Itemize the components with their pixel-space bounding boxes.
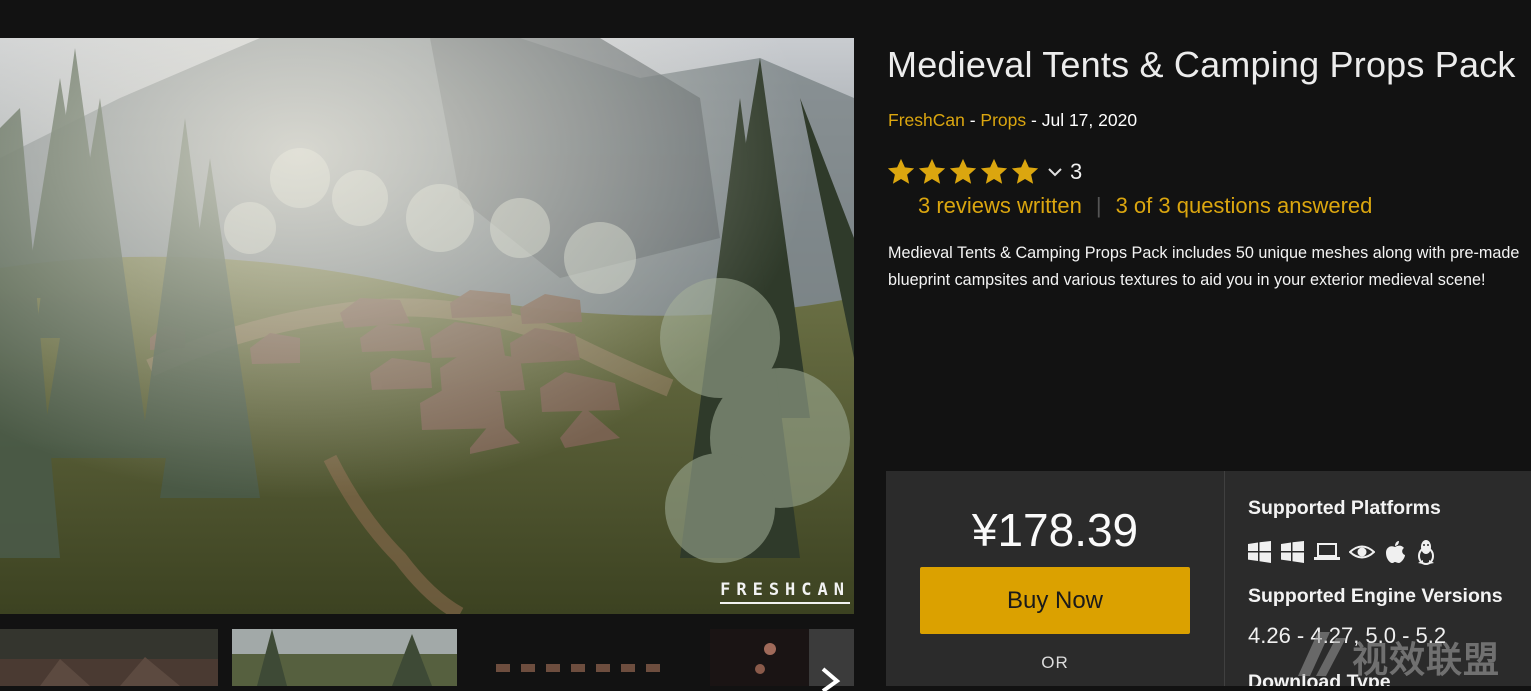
thumbnail-image <box>232 629 457 686</box>
gallery-thumbnail-1[interactable] <box>0 629 218 686</box>
divider: | <box>1095 193 1102 218</box>
windows-icon <box>1248 541 1272 568</box>
laptop-icon <box>1314 542 1340 567</box>
product-description: Medieval Tents & Camping Props Pack incl… <box>888 244 1520 289</box>
thumbnail-image <box>0 629 218 686</box>
price-section: ¥178.39 Buy Now OR <box>886 471 1225 686</box>
star-rating <box>886 157 1040 187</box>
star-icon <box>887 158 915 184</box>
price: ¥178.39 <box>971 504 1139 556</box>
chevron-right-icon <box>821 667 841 691</box>
category-link[interactable]: Props <box>980 110 1026 130</box>
seller-link[interactable]: FreshCan <box>888 110 965 130</box>
linux-icon <box>1415 539 1437 570</box>
review-links: 3 reviews written | 3 of 3 questions answe… <box>918 193 1372 219</box>
or-label: OR <box>1041 653 1069 672</box>
gallery-thumbnail-2[interactable] <box>232 629 457 686</box>
star-icon <box>980 158 1008 184</box>
gallery-main-image[interactable]: FRESHCAN <box>0 38 854 614</box>
supported-platforms-title: Supported Platforms <box>1248 497 1441 519</box>
gallery-watermark: FRESHCAN <box>720 580 850 604</box>
watermark-text: 视效联盟 <box>1352 640 1501 681</box>
star-icon <box>949 158 977 184</box>
gallery-thumbnail-4[interactable] <box>710 629 809 686</box>
eye-icon <box>1348 542 1376 567</box>
release-date: Jul 17, 2020 <box>1041 110 1138 130</box>
rating-summary[interactable]: 3 <box>886 156 1082 188</box>
gallery-next-button[interactable] <box>809 629 854 691</box>
thumbnail-image <box>471 629 696 686</box>
platform-icons <box>1248 539 1437 570</box>
buy-now-button[interactable]: Buy Now <box>920 567 1190 634</box>
product-meta: FreshCan - Props - Jul 17, 2020 <box>888 110 1137 131</box>
thumbnail-image <box>710 629 809 686</box>
meta-separator: - <box>969 110 976 130</box>
chevron-down-icon <box>1048 168 1062 177</box>
star-icon <box>918 158 946 184</box>
meta-separator: - <box>1031 110 1037 130</box>
gallery-thumbnail-3[interactable] <box>471 629 696 686</box>
engine-versions-title: Supported Engine Versions <box>1248 585 1503 607</box>
apple-icon <box>1384 540 1406 569</box>
windows-icon <box>1281 541 1305 568</box>
forest-camp-scene <box>0 38 854 614</box>
reviews-link[interactable]: 3 reviews written <box>918 193 1082 218</box>
watermark-logo-icon <box>1298 632 1346 676</box>
rating-count: 3 <box>1070 159 1083 184</box>
questions-link[interactable]: 3 of 3 questions answered <box>1116 193 1373 218</box>
product-title: Medieval Tents & Camping Props Pack <box>887 44 1516 85</box>
star-icon <box>1011 158 1039 184</box>
